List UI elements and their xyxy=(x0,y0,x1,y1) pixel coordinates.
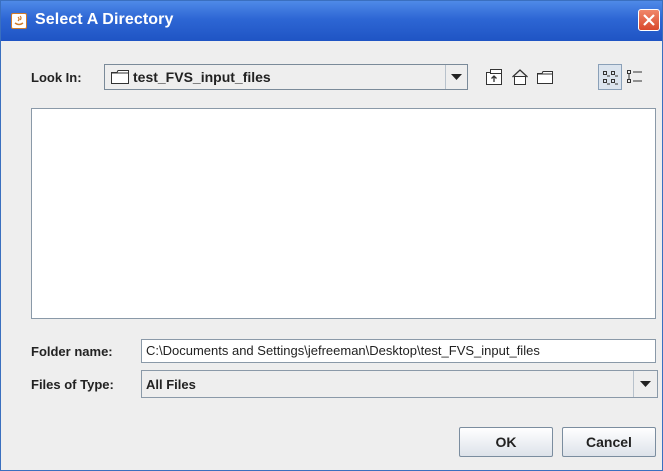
new-folder-icon xyxy=(537,71,553,84)
folder-name-label: Folder name: xyxy=(31,344,113,359)
files-of-type-label: Files of Type: xyxy=(31,377,114,392)
up-one-level-icon xyxy=(486,69,502,85)
new-folder-button[interactable] xyxy=(533,64,557,90)
folder-icon xyxy=(111,70,129,89)
home-button[interactable] xyxy=(508,64,532,90)
look-in-dropdown-button[interactable] xyxy=(445,65,467,89)
file-list[interactable] xyxy=(31,108,656,319)
close-button[interactable] xyxy=(638,9,660,31)
chevron-down-icon xyxy=(640,381,651,387)
home-icon xyxy=(512,69,528,85)
files-of-type-value: All Files xyxy=(146,377,196,392)
select-directory-dialog: Select A Directory Look In: test_FVS_inp… xyxy=(0,0,663,471)
folder-name-field[interactable]: C:\Documents and Settings\jefreeman\Desk… xyxy=(141,339,656,363)
look-in-label: Look In: xyxy=(31,70,82,85)
window-title: Select A Directory xyxy=(35,11,174,28)
files-of-type-combo[interactable]: All Files xyxy=(141,370,658,398)
up-one-level-button[interactable] xyxy=(482,64,506,90)
list-view-icon xyxy=(603,71,618,85)
look-in-value: test_FVS_input_files xyxy=(133,69,271,85)
details-view-icon xyxy=(627,70,642,83)
ok-button[interactable]: OK xyxy=(459,427,553,457)
chevron-down-icon xyxy=(451,74,462,80)
files-of-type-dropdown-button[interactable] xyxy=(633,371,657,397)
title-bar[interactable]: Select A Directory xyxy=(1,1,662,41)
cancel-button[interactable]: Cancel xyxy=(562,427,656,457)
look-in-combo[interactable]: test_FVS_input_files xyxy=(104,64,468,90)
details-view-button[interactable] xyxy=(623,64,647,90)
java-app-icon xyxy=(11,13,27,29)
list-view-button[interactable] xyxy=(598,64,622,90)
close-icon xyxy=(643,14,655,26)
